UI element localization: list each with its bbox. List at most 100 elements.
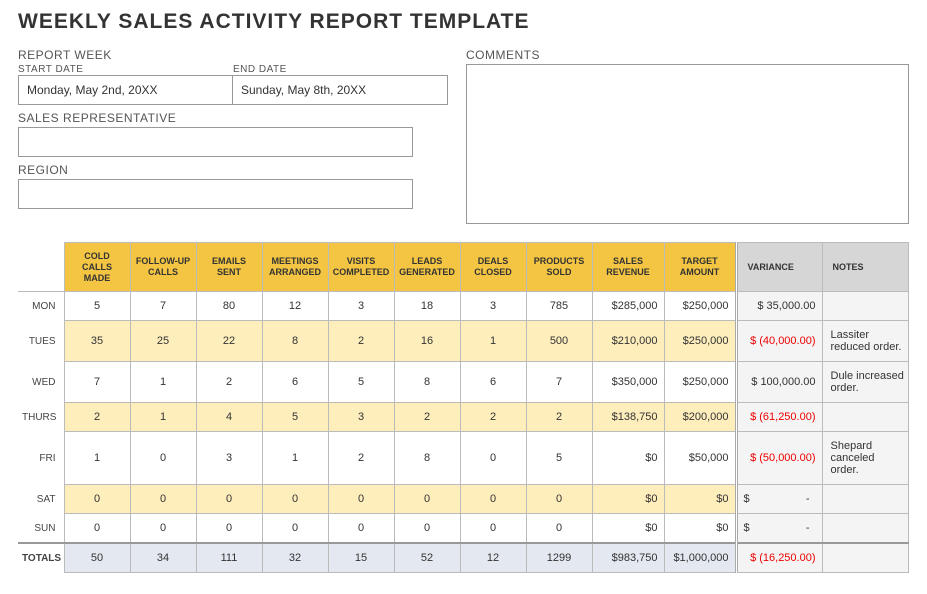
col-leads: LEADS GENERATED [394, 243, 460, 292]
cell[interactable]: 0 [130, 432, 196, 485]
notes-cell[interactable]: Shepard canceled order. [822, 432, 909, 485]
cell[interactable]: 0 [526, 514, 592, 544]
cell[interactable]: $250,000 [664, 362, 736, 403]
cell[interactable]: 500 [526, 321, 592, 362]
notes-cell[interactable] [822, 514, 909, 544]
notes-cell[interactable]: Dule increased order. [822, 362, 909, 403]
cell[interactable]: $285,000 [592, 292, 664, 321]
cell[interactable]: 0 [130, 514, 196, 544]
cell[interactable]: 1 [262, 432, 328, 485]
cell[interactable]: 2 [64, 403, 130, 432]
cell[interactable]: $210,000 [592, 321, 664, 362]
variance-cell: $ (61,250.00) [736, 403, 822, 432]
cell[interactable]: 50 [64, 543, 130, 573]
end-date-input[interactable]: Sunday, May 8th, 20XX [233, 75, 448, 105]
notes-cell[interactable] [822, 485, 909, 514]
cell[interactable]: 2 [328, 321, 394, 362]
notes-cell[interactable]: Lassiter reduced order. [822, 321, 909, 362]
cell[interactable]: 6 [460, 362, 526, 403]
notes-cell[interactable] [822, 543, 909, 573]
cell[interactable]: 8 [394, 432, 460, 485]
cell[interactable]: 0 [394, 514, 460, 544]
cell[interactable]: 16 [394, 321, 460, 362]
cell[interactable]: 15 [328, 543, 394, 573]
cell[interactable]: $350,000 [592, 362, 664, 403]
cell[interactable]: 0 [460, 432, 526, 485]
cell[interactable]: 2 [526, 403, 592, 432]
cell[interactable]: 0 [196, 485, 262, 514]
cell[interactable]: $138,750 [592, 403, 664, 432]
cell[interactable]: 5 [328, 362, 394, 403]
cell[interactable]: $0 [592, 485, 664, 514]
cell[interactable]: 5 [262, 403, 328, 432]
cell[interactable]: $0 [592, 432, 664, 485]
cell[interactable]: 1299 [526, 543, 592, 573]
cell[interactable]: 0 [460, 514, 526, 544]
cell[interactable]: 3 [328, 292, 394, 321]
cell[interactable]: 7 [130, 292, 196, 321]
cell[interactable]: 0 [526, 485, 592, 514]
cell[interactable]: 0 [460, 485, 526, 514]
sales-table: COLD CALLS MADE FOLLOW-UP CALLS EMAILS S… [18, 242, 909, 573]
cell[interactable]: $250,000 [664, 321, 736, 362]
cell[interactable]: 12 [262, 292, 328, 321]
cell[interactable]: 3 [460, 292, 526, 321]
cell[interactable]: $0 [664, 514, 736, 544]
region-input[interactable] [18, 179, 413, 209]
cell[interactable]: 1 [460, 321, 526, 362]
cell[interactable]: 0 [328, 485, 394, 514]
cell[interactable]: $250,000 [664, 292, 736, 321]
start-date-input[interactable]: Monday, May 2nd, 20XX [18, 75, 233, 105]
cell[interactable]: $50,000 [664, 432, 736, 485]
cell[interactable]: 8 [262, 321, 328, 362]
col-target: TARGET AMOUNT [664, 243, 736, 292]
cell[interactable]: $983,750 [592, 543, 664, 573]
cell[interactable]: 2 [394, 403, 460, 432]
cell[interactable]: $1,000,000 [664, 543, 736, 573]
cell[interactable]: 0 [394, 485, 460, 514]
day-label: TUES [18, 321, 64, 362]
sales-rep-input[interactable] [18, 127, 413, 157]
cell[interactable]: 35 [64, 321, 130, 362]
notes-cell[interactable] [822, 292, 909, 321]
cell[interactable]: 52 [394, 543, 460, 573]
cell[interactable]: 0 [328, 514, 394, 544]
cell[interactable]: $0 [664, 485, 736, 514]
cell[interactable]: 0 [64, 485, 130, 514]
cell[interactable]: 5 [526, 432, 592, 485]
cell[interactable]: 6 [262, 362, 328, 403]
col-notes: NOTES [822, 243, 909, 292]
comments-input[interactable] [466, 64, 909, 224]
notes-cell[interactable] [822, 403, 909, 432]
cell[interactable]: 8 [394, 362, 460, 403]
cell[interactable]: 22 [196, 321, 262, 362]
cell[interactable]: 2 [328, 432, 394, 485]
cell[interactable]: 0 [262, 485, 328, 514]
cell[interactable]: $200,000 [664, 403, 736, 432]
cell[interactable]: 1 [64, 432, 130, 485]
cell[interactable]: 12 [460, 543, 526, 573]
cell[interactable]: 0 [196, 514, 262, 544]
cell[interactable]: 34 [130, 543, 196, 573]
cell[interactable]: 3 [328, 403, 394, 432]
cell[interactable]: 32 [262, 543, 328, 573]
cell[interactable]: 5 [64, 292, 130, 321]
cell[interactable]: 25 [130, 321, 196, 362]
cell[interactable]: 18 [394, 292, 460, 321]
cell[interactable]: 0 [262, 514, 328, 544]
cell[interactable]: 7 [526, 362, 592, 403]
cell[interactable]: 3 [196, 432, 262, 485]
cell[interactable]: 0 [64, 514, 130, 544]
cell[interactable]: 1 [130, 362, 196, 403]
cell[interactable]: 1 [130, 403, 196, 432]
cell[interactable]: 80 [196, 292, 262, 321]
cell[interactable]: 2 [196, 362, 262, 403]
cell[interactable]: $0 [592, 514, 664, 544]
cell[interactable]: 785 [526, 292, 592, 321]
cell[interactable]: 111 [196, 543, 262, 573]
variance-cell: $ 100,000.00 [736, 362, 822, 403]
cell[interactable]: 4 [196, 403, 262, 432]
cell[interactable]: 7 [64, 362, 130, 403]
cell[interactable]: 0 [130, 485, 196, 514]
cell[interactable]: 2 [460, 403, 526, 432]
